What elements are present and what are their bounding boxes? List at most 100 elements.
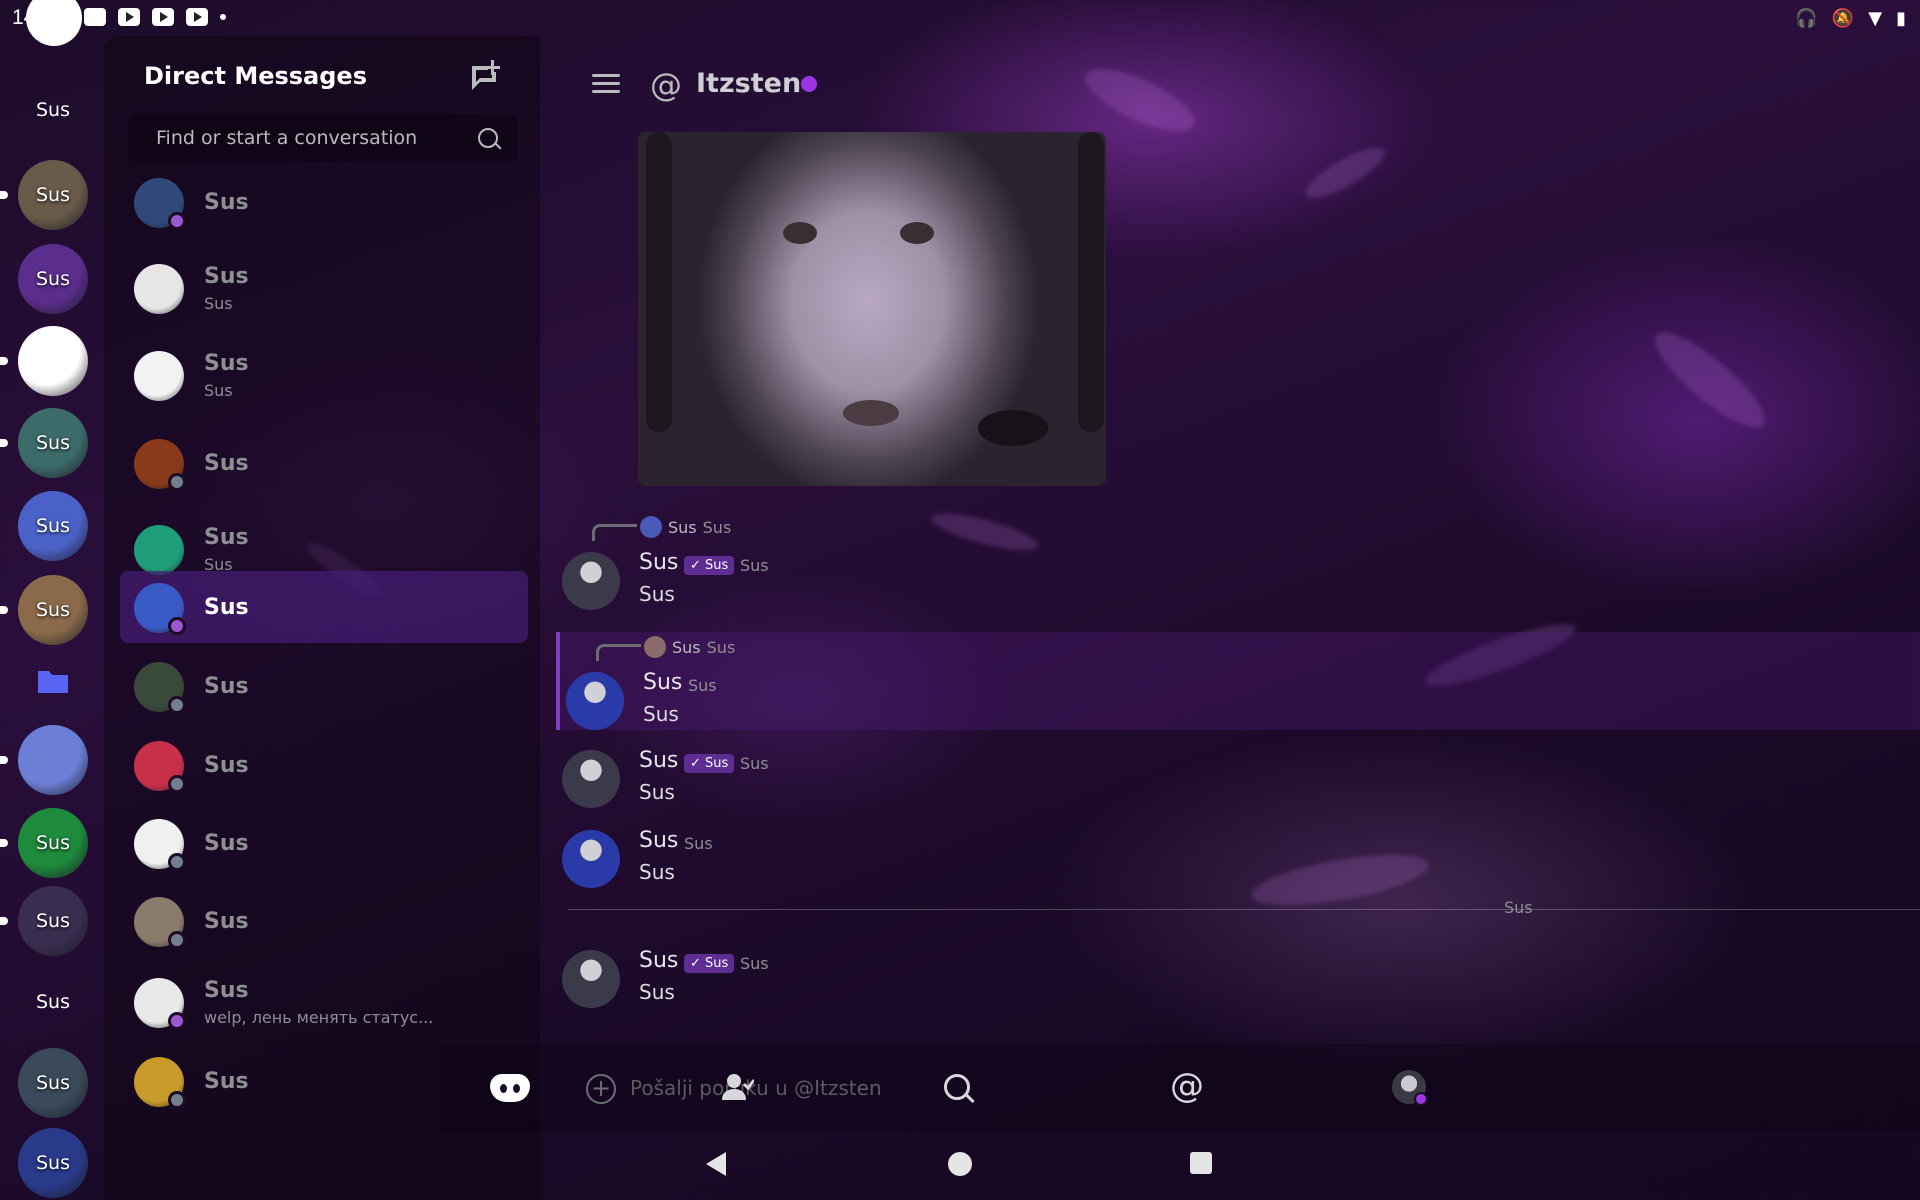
divider-label: Sus xyxy=(1504,898,1533,917)
dm-list-item[interactable]: Sus xyxy=(120,571,528,643)
android-navigation-bar xyxy=(0,1132,1920,1200)
dm-list-item[interactable]: Sus welp, лень менять статус... xyxy=(120,966,528,1038)
dm-list-item[interactable]: Sus xyxy=(120,166,528,238)
server-folder[interactable] xyxy=(18,646,88,716)
status-badge xyxy=(168,696,186,714)
search-icon[interactable] xyxy=(944,1074,970,1100)
image-eye xyxy=(900,222,934,244)
dm-list-item[interactable]: Sus xyxy=(120,729,528,801)
avatar xyxy=(134,741,186,793)
server-icon[interactable]: Sus xyxy=(18,491,88,561)
server-icon[interactable]: Sus xyxy=(18,808,88,878)
dm-panel-title: Direct Messages xyxy=(144,62,367,90)
avatar xyxy=(134,662,186,714)
message-avatar[interactable] xyxy=(562,552,620,610)
server-icon[interactable]: Sus xyxy=(18,886,88,956)
channel-name[interactable]: Itzsten xyxy=(696,68,801,99)
server-icon[interactable]: Sus xyxy=(18,575,88,645)
message-text: Sus xyxy=(639,860,675,884)
dm-list-item[interactable]: Sus xyxy=(120,650,528,722)
chat-message[interactable]: Sus Sus Sus xyxy=(556,822,1920,900)
dm-name: Sus xyxy=(204,190,249,215)
avatar xyxy=(134,1057,186,1109)
avatar xyxy=(134,351,184,401)
message-author[interactable]: Sus xyxy=(639,828,678,853)
message-author[interactable]: Sus xyxy=(643,670,682,695)
dm-list-item[interactable]: Sus xyxy=(120,807,528,879)
image-eye xyxy=(783,222,817,244)
message-avatar[interactable] xyxy=(562,750,620,808)
headphones-icon: 🎧 xyxy=(1795,8,1818,29)
profile-avatar[interactable] xyxy=(26,0,82,46)
dm-list-item[interactable]: Sus xyxy=(120,427,528,499)
status-badge xyxy=(168,1012,186,1030)
direct-messages-panel: Direct Messages Find or start a conversa… xyxy=(104,36,540,1200)
server-icon[interactable] xyxy=(18,725,88,795)
message-avatar[interactable] xyxy=(562,830,620,888)
recent-apps-icon[interactable] xyxy=(1190,1152,1212,1174)
dm-name: Sus xyxy=(204,978,249,1003)
message-author[interactable]: Sus xyxy=(639,748,678,773)
server-label: Sus xyxy=(35,515,70,537)
message-avatar[interactable] xyxy=(566,672,624,730)
dm-search-input[interactable]: Find or start a conversation xyxy=(128,114,518,162)
reply-preview[interactable]: Sus Sus xyxy=(668,518,731,537)
dm-list-item[interactable]: Sus xyxy=(120,885,528,957)
at-icon: @ xyxy=(650,66,682,104)
reply-preview[interactable]: Sus Sus xyxy=(672,638,735,657)
avatar xyxy=(134,897,186,949)
background-streak xyxy=(1299,139,1391,207)
chat-message[interactable]: Sus Sus Sus Sus Sus xyxy=(556,632,1920,730)
server-icon[interactable]: Sus xyxy=(18,160,88,230)
avatar xyxy=(134,525,184,575)
mentions-icon[interactable]: @ xyxy=(1170,1066,1204,1106)
avatar xyxy=(134,264,184,314)
chat-header: @ Itzsten xyxy=(556,36,1920,132)
unread-indicator xyxy=(0,357,8,365)
youtube-notification-icon xyxy=(118,8,140,26)
message-image-attachment[interactable] xyxy=(638,132,1106,486)
status-badge xyxy=(168,931,186,949)
message-text: Sus xyxy=(639,980,675,1004)
server-icon[interactable] xyxy=(18,326,88,396)
message-author[interactable]: Sus xyxy=(639,948,678,973)
user-avatar[interactable] xyxy=(1392,1070,1428,1106)
reply-avatar xyxy=(640,516,662,538)
chat-message[interactable]: Sus ✓ Sus Sus Sus xyxy=(556,742,1920,820)
reply-connector xyxy=(596,644,641,661)
friends-icon[interactable] xyxy=(720,1072,754,1102)
dm-name: Sus xyxy=(204,451,249,476)
status-badge xyxy=(168,212,186,230)
dm-list-item[interactable]: Sus Sus xyxy=(120,252,528,324)
chat-message[interactable]: Sus Sus Sus ✓ Sus Sus Sus xyxy=(556,512,1920,624)
server-label: Sus xyxy=(35,268,70,290)
server-icon[interactable]: Sus xyxy=(18,408,88,478)
bot-tag: ✓ Sus xyxy=(684,954,735,973)
message-avatar[interactable] xyxy=(562,950,620,1008)
server-icon[interactable]: Sus xyxy=(18,1048,88,1118)
new-dm-icon[interactable] xyxy=(468,58,502,92)
back-icon[interactable] xyxy=(706,1152,726,1176)
menu-icon[interactable] xyxy=(592,74,620,94)
message-timestamp: Sus xyxy=(740,556,769,575)
home-icon[interactable] xyxy=(948,1152,972,1176)
dm-status-text: Sus xyxy=(204,381,233,400)
chat-message[interactable]: Sus ✓ Sus Sus Sus xyxy=(556,942,1920,1020)
message-timestamp: Sus xyxy=(740,754,769,773)
server-icon[interactable]: Sus xyxy=(18,244,88,314)
add-attachment-icon[interactable]: + xyxy=(586,1074,616,1104)
server-rail: Sus Sus Sus Sus Sus Sus Sus Sus Sus Sus Sus xyxy=(0,0,88,1200)
server-label: Sus xyxy=(35,1072,70,1094)
message-text: Sus xyxy=(639,582,675,606)
message-text: Sus xyxy=(639,780,675,804)
unread-indicator xyxy=(0,839,8,847)
dm-list-item[interactable]: Sus Sus xyxy=(120,339,528,411)
message-author[interactable]: Sus xyxy=(639,550,678,575)
wifi-icon: ▼ xyxy=(1868,8,1883,29)
message-input[interactable]: Pošalji poruku u @Itzsten xyxy=(630,1076,882,1100)
avatar xyxy=(134,819,186,871)
reply-text: Sus xyxy=(706,638,736,657)
image-microphone xyxy=(978,410,1048,446)
unread-indicator xyxy=(0,756,8,764)
discord-home-icon[interactable] xyxy=(490,1074,530,1102)
